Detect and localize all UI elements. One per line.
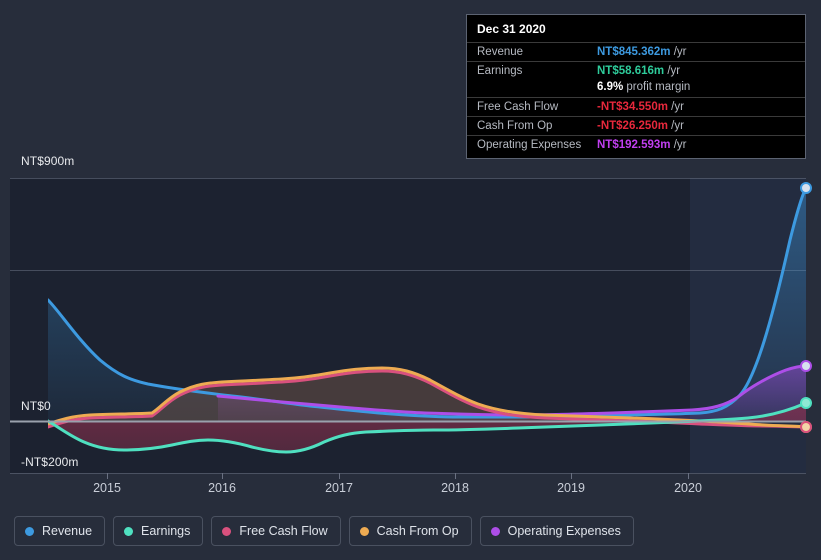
legend-label-operating-expenses: Operating Expenses bbox=[507, 524, 621, 538]
tooltip-label-revenue: Revenue bbox=[477, 46, 524, 58]
legend-dot-revenue bbox=[25, 526, 34, 536]
legend-label-cash-from-op: Cash From Op bbox=[376, 524, 459, 538]
legend-item-earnings[interactable]: Earnings bbox=[113, 516, 204, 546]
legend-item-free-cash-flow[interactable]: Free Cash Flow bbox=[211, 516, 341, 546]
chart-tooltip: Dec 31 2020 Revenue NT$845.362m /yr Earn… bbox=[466, 14, 806, 159]
legend-item-revenue[interactable]: Revenue bbox=[14, 516, 106, 546]
endpoint-revenue bbox=[800, 182, 812, 194]
x-axis-label-2018: 2018 bbox=[441, 481, 469, 495]
financial-chart: NT$900m NT$0 -NT$200m 2015 2016 2017 201… bbox=[0, 0, 821, 560]
endpoint-earnings bbox=[800, 397, 812, 409]
endpoint-opex bbox=[800, 360, 812, 372]
tooltip-value-earnings: NT$58.616m /yr bbox=[597, 65, 681, 77]
tooltip-value-cash-from-op: -NT$26.250m /yr bbox=[597, 120, 684, 132]
x-axis-label-2020: 2020 bbox=[674, 481, 702, 495]
tooltip-row-profit-margin: 6.9% profit margin bbox=[467, 80, 805, 97]
tooltip-row-revenue: Revenue NT$845.362m /yr bbox=[467, 42, 805, 61]
tooltip-label-cash-from-op: Cash From Op bbox=[477, 120, 553, 132]
tooltip-value-operating-expenses: NT$192.593m /yr bbox=[597, 139, 687, 151]
tooltip-date: Dec 31 2020 bbox=[477, 22, 546, 36]
tooltip-value-free-cash-flow: -NT$34.550m /yr bbox=[597, 101, 684, 113]
legend-label-earnings: Earnings bbox=[141, 524, 191, 538]
x-axis-label-2015: 2015 bbox=[93, 481, 121, 495]
tooltip-label-operating-expenses: Operating Expenses bbox=[477, 139, 582, 151]
tooltip-label-earnings: Earnings bbox=[477, 65, 523, 77]
tooltip-row-free-cash-flow: Free Cash Flow -NT$34.550m /yr bbox=[467, 97, 805, 116]
tooltip-row-earnings: Earnings NT$58.616m /yr bbox=[467, 61, 805, 80]
legend-dot-cash-from-op bbox=[359, 526, 369, 536]
y-axis-label-zero: NT$0 bbox=[21, 399, 51, 413]
tooltip-label-free-cash-flow: Free Cash Flow bbox=[477, 101, 559, 113]
y-axis-label-top: NT$900m bbox=[21, 154, 75, 168]
x-axis-label-2016: 2016 bbox=[208, 481, 236, 495]
chart-legend: Revenue Earnings Free Cash Flow Cash Fro… bbox=[14, 516, 634, 546]
tooltip-value-profit-margin: 6.9% profit margin bbox=[597, 81, 691, 93]
legend-label-revenue: Revenue bbox=[42, 524, 93, 538]
y-axis-label-bottom: -NT$200m bbox=[21, 455, 79, 469]
tooltip-row-operating-expenses: Operating Expenses NT$192.593m /yr bbox=[467, 135, 805, 154]
legend-dot-operating-expenses bbox=[490, 526, 500, 536]
legend-item-operating-expenses[interactable]: Operating Expenses bbox=[479, 516, 634, 546]
tooltip-row-cash-from-op: Cash From Op -NT$26.250m /yr bbox=[467, 116, 805, 135]
x-axis-label-2019: 2019 bbox=[557, 481, 585, 495]
tooltip-value-revenue: NT$845.362m /yr bbox=[597, 46, 687, 58]
legend-item-cash-from-op[interactable]: Cash From Op bbox=[348, 516, 472, 546]
legend-dot-free-cash-flow bbox=[222, 526, 232, 536]
legend-label-free-cash-flow: Free Cash Flow bbox=[239, 524, 328, 538]
x-axis-label-2017: 2017 bbox=[325, 481, 353, 495]
legend-dot-earnings bbox=[124, 526, 134, 536]
